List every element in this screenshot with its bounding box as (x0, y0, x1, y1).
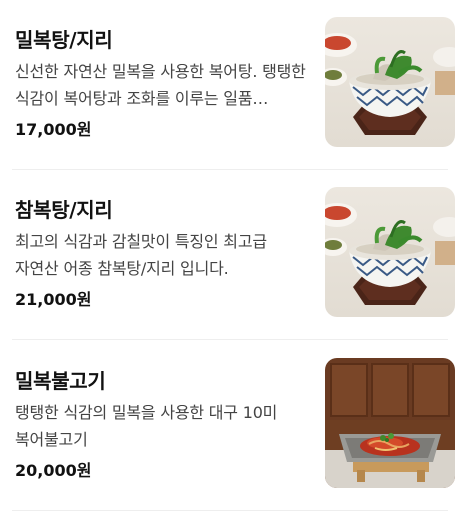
menu-item-description: 탱탱한 식감의 밀복을 사용한 대구 10미 복어불고기 (15, 403, 278, 449)
divider (12, 339, 448, 340)
menu-item-description: 신선한 자연산 밀복을 사용한 복어탕. 탱탱한 식감이 복어탕과 조화를 이루… (15, 62, 306, 108)
menu-item-name: 밀복불고기 (15, 369, 106, 393)
blowfish-bulgogi-photo (325, 358, 455, 488)
menu-item[interactable]: 밀복탕/지리 신선한 자연산 밀복을 사용한 복어탕. 탱탱한 식감이 복어탕과… (0, 0, 460, 170)
menu-item-price: 17,000원 (15, 120, 92, 139)
menu-item-photo[interactable] (325, 17, 455, 147)
menu-item-price: 21,000원 (15, 290, 92, 309)
menu-item-photo[interactable] (325, 187, 455, 317)
menu-item[interactable]: 밀복불고기 탱탱한 식감의 밀복을 사용한 대구 10미 복어불고기 20,00… (0, 341, 460, 511)
menu-list: 밀복탕/지리 신선한 자연산 밀복을 사용한 복어탕. 탱탱한 식감이 복어탕과… (0, 0, 460, 511)
menu-item-name: 밀복탕/지리 (15, 28, 113, 52)
blowfish-soup-photo (325, 187, 455, 317)
blowfish-soup-photo (325, 17, 455, 147)
menu-item-name: 참복탕/지리 (15, 198, 113, 222)
menu-item-photo[interactable] (325, 358, 455, 488)
menu-item[interactable]: 참복탕/지리 최고의 식감과 감칠맛이 특징인 최고급 자연산 어종 참복탕/지… (0, 170, 460, 340)
menu-item-description: 최고의 식감과 감칠맛이 특징인 최고급 자연산 어종 참복탕/지리 입니다. (15, 232, 267, 278)
menu-item-price: 20,000원 (15, 461, 92, 480)
